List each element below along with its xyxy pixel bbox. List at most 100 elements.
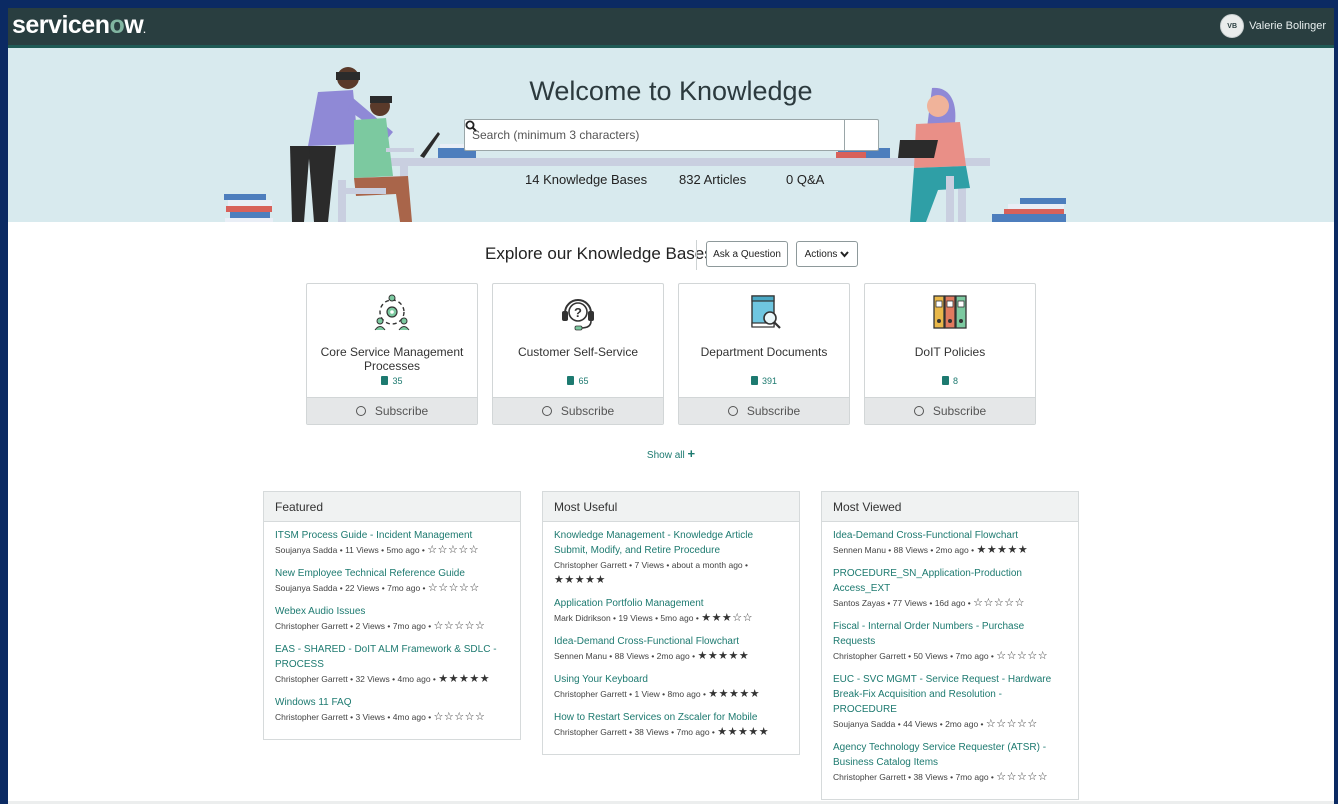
article-link[interactable]: Knowledge Management - Knowledge Article… [554,528,788,558]
article-item: Knowledge Management - Knowledge Article… [554,528,788,588]
article-item: ITSM Process Guide - Incident Management… [275,528,509,558]
document-icon [750,376,758,385]
most-useful-panel: Most Useful Knowledge Management - Knowl… [542,491,800,755]
article-link[interactable]: Webex Audio Issues [275,604,509,619]
panel-title: Most Useful [543,492,799,522]
search-input[interactable] [465,120,844,150]
article-link[interactable]: How to Restart Services on Zscaler for M… [554,710,788,725]
actions-label: Actions [804,248,838,260]
binders-icon [933,295,967,329]
article-link[interactable]: Application Portfolio Management [554,596,788,611]
article-item: Application Portfolio Management Mark Did… [554,596,788,626]
article-link[interactable]: Agency Technology Service Requester (ATS… [833,740,1067,770]
article-link[interactable]: New Employee Technical Reference Guide [275,566,509,581]
star-rating-icon: ☆☆☆☆☆ [996,650,1049,662]
star-rating-icon: ★★★★★ [697,650,750,662]
divider [696,240,697,270]
top-navigation-bar: servicenow. VB Valerie Bolinger [8,8,1334,48]
explore-title: Explore our Knowledge Bases [485,244,713,263]
article-link[interactable]: ITSM Process Guide - Incident Management [275,528,509,543]
article-meta: Christopher Garrett • 32 Views • 4mo ago… [275,673,491,685]
article-meta: Christopher Garrett • 7 Views • about a … [554,560,748,586]
article-item: Idea-Demand Cross-Functional Flowchart Se… [833,528,1067,558]
article-link[interactable]: Idea-Demand Cross-Functional Flowchart [833,528,1067,543]
panel-title: Most Viewed [822,492,1078,522]
subscribe-button[interactable]: Subscribe [679,397,849,424]
kb-card-customer-self-service[interactable]: ? Customer Self-Service 65 Subscribe [492,283,664,425]
document-icon [381,376,389,385]
actions-button[interactable]: Actions [796,241,858,267]
article-meta: Sennen Manu • 88 Views • 2mo ago • ★★★★★ [554,650,750,662]
article-meta: Santos Zayas • 77 Views • 16d ago • ☆☆☆☆… [833,597,1025,609]
article-link[interactable]: PROCEDURE_SN_Application-Production Acce… [833,566,1067,596]
subscribe-button[interactable]: Subscribe [307,397,477,424]
article-item: New Employee Technical Reference Guide So… [275,566,509,596]
article-meta: Soujanya Sadda • 44 Views • 2mo ago • ☆☆… [833,718,1038,730]
star-rating-icon: ☆☆☆☆☆ [427,544,480,556]
star-rating-icon: ☆☆☆☆☆ [427,582,480,594]
search-button[interactable] [465,120,878,150]
star-rating-icon: ☆☆☆☆☆ [996,771,1049,783]
kb-card-core-service-management[interactable]: Core Service Management Processes 35 Sub… [306,283,478,425]
star-rating-icon: ★★★★★ [717,726,770,738]
page-frame: servicenow. VB Valerie Bolinger Welcome … [8,8,1334,804]
stat-qa: 0 Q&A [786,172,825,187]
panel-title: Featured [264,492,520,522]
article-meta: Mark Didrikson • 19 Views • 5mo ago • ★★… [554,612,754,624]
search-icon [465,120,477,132]
star-rating-icon: ☆☆☆☆☆ [433,711,486,723]
headset-question-icon: ? [562,299,594,331]
kb-card-title: Core Service Management Processes [320,345,464,373]
kb-article-count: 35 [307,376,477,386]
article-item: Using Your Keyboard Christopher Garrett •… [554,672,788,702]
article-meta: Soujanya Sadda • 22 Views • 7mo ago • ☆☆… [275,582,480,594]
article-link[interactable]: Idea-Demand Cross-Functional Flowchart [554,634,788,649]
hero-banner: Welcome to Knowledge 14 Knowledge Bases … [8,48,1334,222]
plus-icon: + [687,446,696,461]
svg-text:?: ? [574,305,582,320]
document-icon [567,376,575,385]
user-menu[interactable]: VB Valerie Bolinger [1220,14,1326,38]
article-item: Fiscal - Internal Order Numbers - Purcha… [833,619,1067,664]
stat-articles: 832 Articles [679,172,747,187]
kb-article-count: 8 [865,376,1035,386]
article-item: Webex Audio Issues Christopher Garrett • … [275,604,509,634]
show-all-link[interactable]: Show all + [8,446,1334,461]
search-bar [464,119,879,151]
kb-card-title: Customer Self-Service [517,345,639,359]
servicenow-logo[interactable]: servicenow. [12,11,146,40]
circle-icon [727,406,738,416]
article-item: Idea-Demand Cross-Functional Flowchart Se… [554,634,788,664]
page-title: Welcome to Knowledge [529,76,813,106]
people-gear-icon [374,294,410,331]
stat-knowledge-bases: 14 Knowledge Bases [525,172,648,187]
article-meta: Christopher Garrett • 3 Views • 4mo ago … [275,711,486,723]
subscribe-button[interactable]: Subscribe [493,397,663,424]
article-meta: Christopher Garrett • 50 Views • 7mo ago… [833,650,1049,662]
kb-card-doit-policies[interactable]: DoIT Policies 8 Subscribe [864,283,1036,425]
article-item: PROCEDURE_SN_Application-Production Acce… [833,566,1067,611]
article-link[interactable]: Fiscal - Internal Order Numbers - Purcha… [833,619,1067,649]
article-item: EAS - SHARED - DoIT ALM Framework & SDLC… [275,642,509,687]
kb-article-count: 391 [679,376,849,386]
kb-card-title: DoIT Policies [914,345,986,359]
article-link[interactable]: Windows 11 FAQ [275,695,509,710]
article-link[interactable]: EAS - SHARED - DoIT ALM Framework & SDLC… [275,642,509,672]
circle-icon [355,406,366,416]
star-rating-icon: ☆☆☆☆☆ [985,718,1038,730]
ask-question-button[interactable]: Ask a Question [706,241,788,267]
book-search-icon [751,295,781,329]
user-name: Valerie Bolinger [1249,20,1326,32]
star-rating-icon: ☆☆☆☆☆ [433,620,486,632]
subscribe-button[interactable]: Subscribe [865,397,1035,424]
circle-icon [541,406,552,416]
kb-card-department-documents[interactable]: Department Documents 391 Subscribe [678,283,850,425]
document-icon [941,376,949,385]
article-meta: Christopher Garrett • 38 Views • 7mo ago… [554,726,770,738]
article-link[interactable]: EUC - SVC MGMT - Service Request - Hardw… [833,672,1067,717]
article-meta: Christopher Garrett • 1 View • 8mo ago •… [554,688,761,700]
article-item: Windows 11 FAQ Christopher Garrett • 3 Vi… [275,695,509,725]
avatar: VB [1220,14,1245,38]
most-viewed-panel: Most Viewed Idea-Demand Cross-Functional… [821,491,1079,800]
article-link[interactable]: Using Your Keyboard [554,672,788,687]
